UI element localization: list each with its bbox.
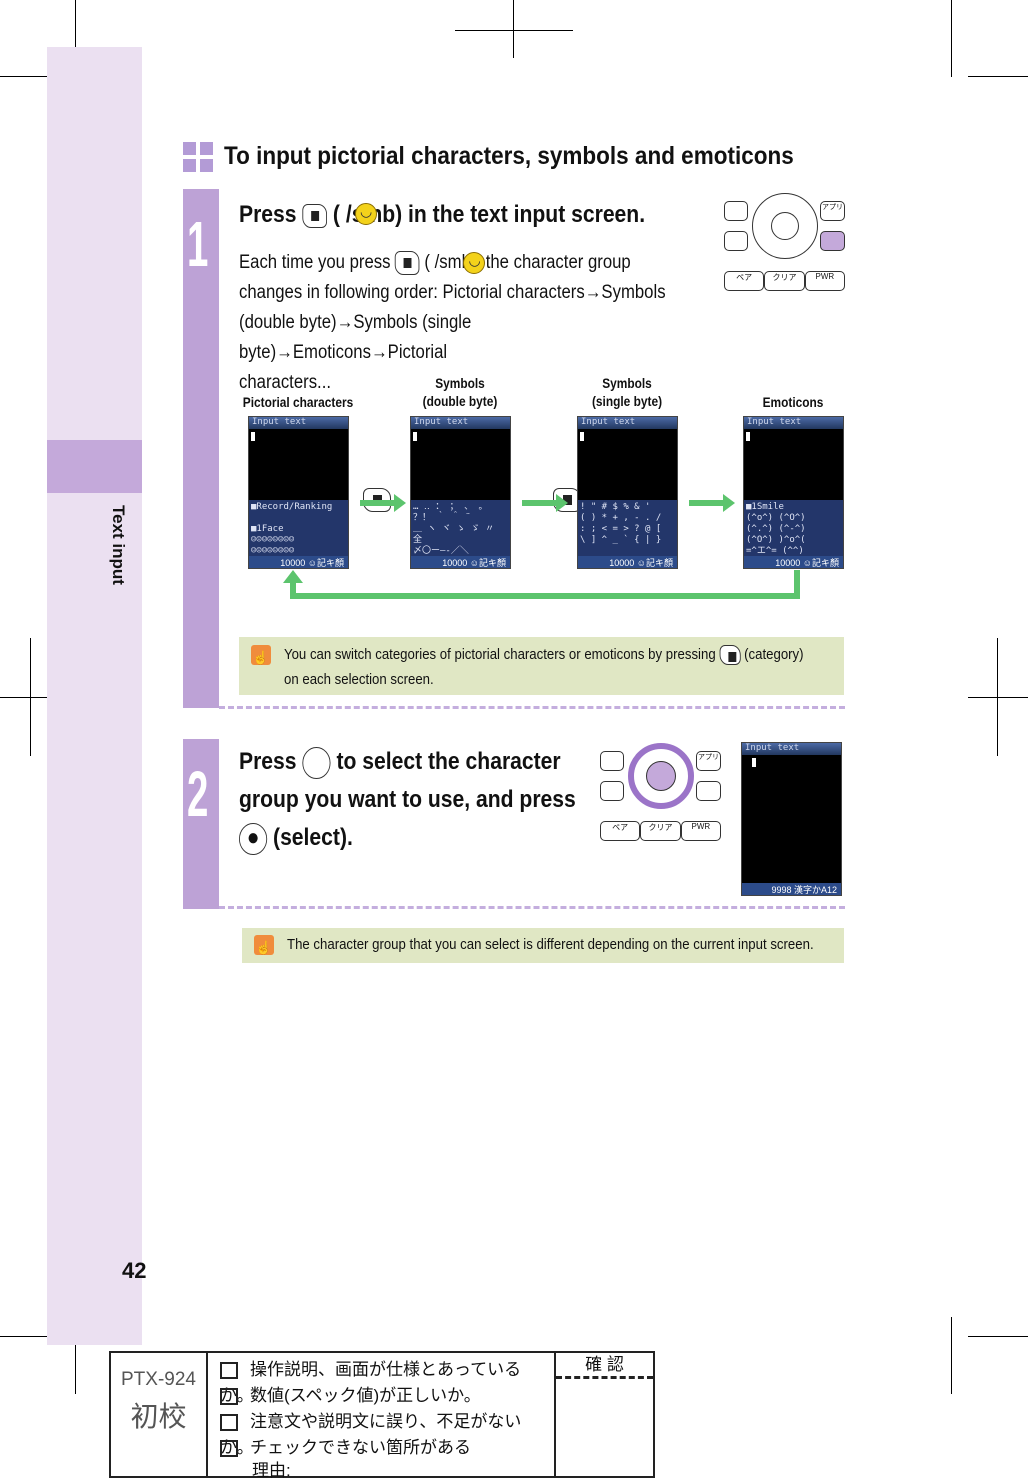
checkbox[interactable]	[220, 1440, 238, 1458]
crop-mark	[968, 76, 1028, 77]
registration-mark	[968, 697, 1028, 698]
step-number: 1	[187, 208, 209, 280]
step-number: 2	[187, 758, 209, 830]
character-panel: ■Record/Ranking ■1Face ☺☺☺☺☺☺☺☺ ☺☺☺☺☺☺☺☺	[249, 500, 348, 556]
next-arrow	[522, 494, 568, 512]
screen-title: Input text	[744, 417, 843, 429]
crop-mark	[951, 1317, 952, 1394]
step-1-title: Press ( /smb) in the text input screen.	[239, 201, 646, 228]
call-key-icon: ペア	[724, 271, 765, 291]
clear-key-icon: クリア	[764, 271, 805, 291]
e-key-icon	[696, 781, 721, 801]
e-key-icon	[395, 250, 420, 275]
appli-key-icon: アプリ	[820, 201, 845, 221]
crop-mark	[968, 1336, 1028, 1337]
power-key-icon: PWR	[804, 271, 845, 291]
smiley-icon	[355, 203, 377, 225]
registration-mark	[997, 638, 998, 756]
hand-pointer-icon: ☝	[254, 935, 274, 955]
book-key-icon	[724, 201, 748, 221]
cycle-arrow-head	[283, 570, 303, 583]
screen-label: Emoticons	[762, 394, 824, 410]
call-key-icon: ペア	[600, 821, 641, 841]
step-1-bar: 1	[183, 189, 219, 708]
clear-key-icon: クリア	[640, 821, 681, 841]
book-key-icon	[600, 751, 624, 771]
center-select-key-icon: ●	[239, 822, 268, 855]
screen-label: Pictorial characters	[242, 394, 354, 410]
checkbox[interactable]	[220, 1362, 238, 1380]
note-box: ☝ You can switch categories of pictorial…	[239, 637, 844, 695]
status-bar: 10000 ☺記キ顏	[744, 556, 843, 568]
confirm-label: 確 認	[556, 1353, 653, 1379]
status-bar: 10000 ☺記キ顏	[411, 556, 510, 568]
keypad-diagram: アプリ ペア クリア PWR	[598, 743, 723, 843]
registration-mark	[30, 638, 31, 756]
screen-title: Input text	[578, 417, 677, 429]
e-key-icon	[820, 231, 845, 251]
checkbox[interactable]	[220, 1414, 238, 1432]
phone-screen: Input text ■Record/Ranking ■1Face ☺☺☺☺☺☺☺☺…	[248, 416, 349, 569]
registration-mark	[455, 30, 573, 31]
divider	[219, 906, 845, 909]
dpad-icon	[302, 746, 331, 779]
phone-screen: Input text ! " # $ % & '( ) * + , - . /:…	[577, 416, 678, 569]
checkbox[interactable]	[220, 1388, 238, 1406]
character-panel: … ‥ ： ； 、 。？！ ｀ ＾ ¨ ＿ ヽ ヾ ゝ ゞ 〃 全〆〇ー―‐／＼	[411, 500, 510, 556]
note-box: ☝ The character group that you can selec…	[242, 928, 844, 963]
phone-screen: Input text ■1Smile (^o^) (^O^) (^.^) (^-^)(…	[743, 416, 844, 569]
dpad-icon	[628, 743, 694, 809]
screen-title: Input text	[411, 417, 510, 429]
sidebar-strip	[47, 47, 142, 1345]
character-panel: ! " # $ % & '( ) * + , - . /: ; < = > ? …	[578, 500, 677, 556]
cycle-arrow-line	[290, 593, 800, 599]
heading-squares-icon	[183, 142, 213, 172]
hand-pointer-icon: ☝	[251, 645, 271, 665]
e-key-icon	[302, 203, 328, 228]
screen-label: Symbols (single byte)	[591, 375, 663, 409]
dpad-icon	[752, 193, 818, 259]
page-title: To input pictorial characters, symbols a…	[224, 142, 794, 170]
status-bar: 10000 ☺記キ顏	[578, 556, 677, 568]
screen-title: Input text	[249, 417, 348, 429]
step-2-bar: 2	[183, 739, 219, 909]
phone-screen: Input text … ‥ ： ； 、 。？！ ｀ ＾ ¨ ＿ ヽ ヾ ゝ ゞ 〃…	[410, 416, 511, 569]
step-2-title: Press to select the character group you …	[239, 743, 576, 857]
mail-key-icon	[600, 781, 624, 801]
model-number: PTX-924	[121, 1369, 196, 1390]
proof-check-box: PTX-924 初校 操作説明、画面が仕様とあっているか。 数値(スペック値)が…	[109, 1351, 655, 1480]
mail-key-icon	[724, 231, 748, 251]
mail-key-icon	[719, 645, 741, 666]
page-number: 42	[122, 1258, 147, 1283]
section-tab	[47, 440, 142, 493]
phone-screen: Input text 9998 漢字かA12	[741, 742, 842, 896]
divider	[219, 706, 845, 709]
next-arrow	[360, 494, 406, 512]
keypad-diagram: アプリ ペア クリア PWR	[722, 193, 847, 293]
power-key-icon: PWR	[680, 821, 721, 841]
screen-label: Symbols (double byte)	[422, 375, 498, 409]
proof-stage: 初校	[130, 1401, 187, 1432]
section-label: Text input	[109, 505, 128, 585]
crop-mark	[951, 0, 952, 77]
next-arrow	[689, 494, 735, 512]
registration-mark	[513, 0, 514, 58]
appli-key-icon: アプリ	[696, 751, 721, 771]
character-panel: ■1Smile (^o^) (^O^) (^.^) (^-^) (^O^) )^o^(…	[744, 500, 843, 556]
status-bar: 10000 ☺記キ顏	[249, 556, 348, 568]
cycle-arrow-line	[794, 570, 800, 599]
